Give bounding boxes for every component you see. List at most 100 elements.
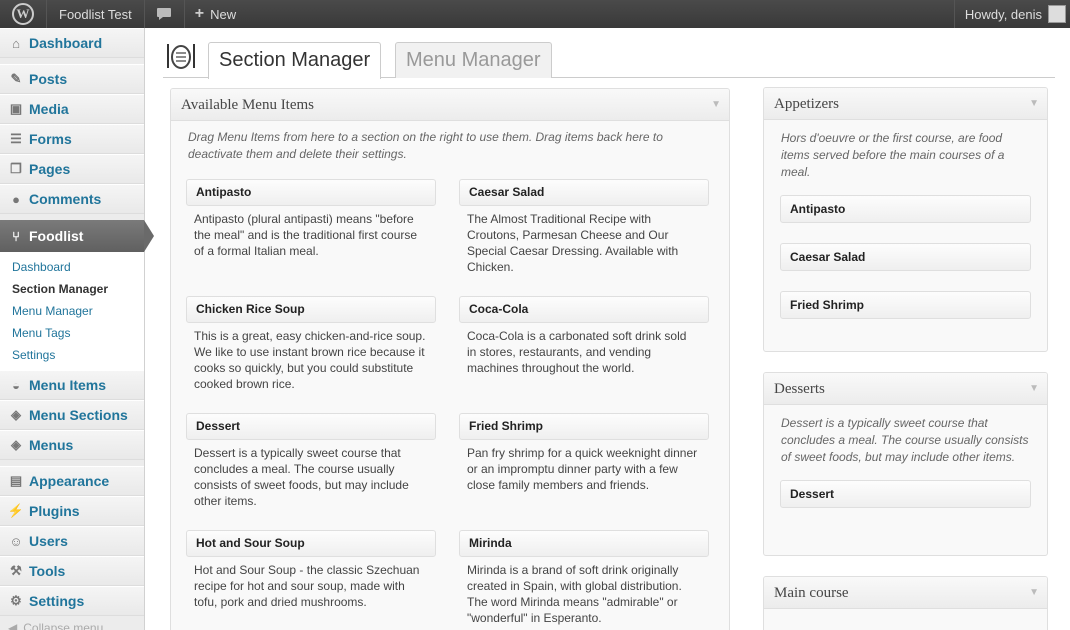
menu-item-card[interactable]: Dessert Dessert is a typically sweet cou…: [186, 413, 436, 509]
menu-item-title[interactable]: Mirinda: [459, 530, 709, 557]
bowl-icon: ◒: [12, 377, 20, 393]
menu-item-title[interactable]: Caesar Salad: [459, 179, 709, 206]
foodlist-submenu: Dashboard Section Manager Menu Manager M…: [0, 252, 144, 370]
sidebar-item-plugins[interactable]: ⚡ Plugins: [0, 496, 144, 526]
available-box-header[interactable]: Available Menu Items ▼: [171, 89, 729, 121]
menu-item-title[interactable]: Coca-Cola: [459, 296, 709, 323]
section-title: Desserts: [774, 381, 825, 397]
available-box-title: Available Menu Items: [181, 97, 315, 113]
section-header[interactable]: Desserts ▼: [764, 373, 1047, 405]
sidebar-item-foodlist[interactable]: ⑂ Foodlist: [0, 220, 154, 252]
menu-item-title[interactable]: Chicken Rice Soup: [186, 296, 436, 323]
sidebar-item-label: Menus: [29, 437, 74, 453]
menu-item-card[interactable]: Caesar Salad The Almost Traditional Reci…: [459, 179, 709, 275]
sidebar-item-appearance[interactable]: ▤ Appearance: [0, 466, 144, 496]
section-header[interactable]: Main course ▼: [764, 577, 1047, 609]
sidebar-item-users[interactable]: ☺ Users: [0, 526, 144, 556]
sidebar-item-label: Media: [29, 101, 69, 117]
comments-link[interactable]: [145, 0, 185, 28]
sidebar-item-menu-items[interactable]: ◒ Menu Items: [0, 370, 144, 400]
sidebar-item-label: Dashboard: [29, 35, 103, 51]
menu-item-title[interactable]: Antipasto: [186, 179, 436, 206]
sidebar-item-label: Settings: [29, 593, 85, 609]
plus-icon: +: [194, 5, 205, 22]
avatar: [1048, 5, 1066, 23]
available-menu-items-box: Available Menu Items ▼ Drag Menu Items f…: [170, 88, 730, 630]
menu-item-card[interactable]: Mirinda Mirinda is a brand of soft drink…: [459, 530, 709, 626]
toggle-arrow-icon[interactable]: ▼: [1029, 373, 1039, 405]
admin-sidebar: ⌂ Dashboard ✎ Posts ▣ Media ☰ Forms ❐ Pages ●…: [0, 28, 154, 630]
new-label: New: [210, 6, 237, 22]
section-hint: Hors d'oeuvre or the first course, are f…: [781, 131, 1005, 179]
toggle-arrow-icon[interactable]: ▼: [1029, 88, 1039, 120]
menu-item-card[interactable]: Chicken Rice Soup This is a great, easy …: [186, 296, 436, 392]
menu-item-title[interactable]: Hot and Sour Soup: [186, 530, 436, 557]
toggle-arrow-icon[interactable]: ▼: [1029, 577, 1039, 609]
tools-icon: ⚒: [10, 563, 22, 578]
sidebar-item-label: Users: [29, 533, 68, 549]
wordpress-logo-icon: W: [12, 3, 34, 25]
menu-item-card[interactable]: Hot and Sour Soup Hot and Sour Soup - th…: [186, 530, 436, 610]
submenu-settings[interactable]: Settings: [0, 344, 144, 366]
sidebar-item-label: Tools: [29, 563, 66, 579]
section-item[interactable]: Fried Shrimp: [780, 291, 1031, 319]
sidebar-item-settings[interactable]: ⚙ Settings: [0, 586, 144, 616]
sections-icon: ◈: [11, 407, 21, 422]
howdy-text: Howdy, denis: [964, 6, 1042, 22]
tab-menu-manager[interactable]: Menu Manager: [395, 42, 552, 78]
section-item[interactable]: Antipasto: [780, 195, 1031, 223]
menu-item-desc: Hot and Sour Soup - the classic Szechuan…: [194, 563, 420, 609]
sidebar-item-posts[interactable]: ✎ Posts: [0, 64, 144, 94]
section-item[interactable]: Dessert: [780, 480, 1031, 508]
sidebar-item-menu-sections[interactable]: ◈ Menu Sections: [0, 400, 144, 430]
appearance-icon: ▤: [9, 473, 23, 488]
tab-section-manager[interactable]: Section Manager: [208, 42, 382, 79]
submenu-section-manager[interactable]: Section Manager: [0, 278, 144, 300]
sidebar-item-dashboard[interactable]: ⌂ Dashboard: [0, 28, 144, 58]
sidebar-item-label: Pages: [29, 161, 71, 177]
tabs-row: Section Manager Menu Manager: [163, 40, 1055, 79]
pages-icon: ❐: [10, 161, 22, 176]
section-hint: Dessert is a typically sweet course that…: [781, 416, 1029, 464]
section-main-course-box: Main course ▼: [763, 576, 1048, 630]
menus-icon: ◈: [11, 437, 21, 452]
menu-item-desc: Pan fry shrimp for a quick weeknight din…: [467, 446, 698, 492]
menu-item-desc: Dessert is a typically sweet course that…: [194, 446, 409, 508]
section-desserts-box: Desserts ▼ Dessert is a typically sweet …: [763, 372, 1048, 556]
sidebar-item-pages[interactable]: ❐ Pages: [0, 154, 144, 184]
menu-item-desc: Mirinda is a brand of soft drink origina…: [467, 563, 682, 625]
menu-item-card[interactable]: Fried Shrimp Pan fry shrimp for a quick …: [459, 413, 709, 493]
submenu-dashboard[interactable]: Dashboard: [0, 256, 144, 278]
submenu-menu-tags[interactable]: Menu Tags: [0, 322, 144, 344]
users-icon: ☺: [9, 533, 23, 549]
foodlist-page-icon: [167, 44, 195, 69]
toggle-arrow-icon[interactable]: ▼: [711, 89, 721, 121]
my-account-link[interactable]: Howdy, denis: [953, 0, 1070, 28]
menu-item-desc: Coca-Cola is a carbonated soft drink sol…: [467, 329, 687, 375]
sidebar-item-comments[interactable]: ● Comments: [0, 184, 144, 214]
sidebar-item-tools[interactable]: ⚒ Tools: [0, 556, 144, 586]
fork-knife-icon: ⑂: [12, 228, 20, 244]
menu-item-desc: Antipasto (plural antipasti) means "befo…: [194, 212, 418, 258]
sidebar-item-forms[interactable]: ☰ Forms: [0, 124, 144, 154]
menu-item-card[interactable]: Coca-Cola Coca-Cola is a carbonated soft…: [459, 296, 709, 376]
admin-bar: W Foodlist Test + New Howdy, denis: [0, 0, 1070, 28]
section-title: Main course: [774, 585, 849, 601]
section-item[interactable]: Caesar Salad: [780, 243, 1031, 271]
sidebar-item-label: Forms: [29, 131, 72, 147]
submenu-menu-manager[interactable]: Menu Manager: [0, 300, 144, 322]
media-icon: ▣: [9, 101, 23, 116]
section-header[interactable]: Appetizers ▼: [764, 88, 1047, 120]
available-hint: Drag Menu Items from here to a section o…: [188, 130, 663, 161]
site-name-link[interactable]: Foodlist Test: [47, 0, 145, 28]
pin-icon: ✎: [10, 71, 22, 86]
new-content-link[interactable]: + New: [185, 0, 246, 28]
menu-item-title[interactable]: Fried Shrimp: [459, 413, 709, 440]
menu-item-card[interactable]: Antipasto Antipasto (plural antipasti) m…: [186, 179, 436, 259]
menu-item-title[interactable]: Dessert: [186, 413, 436, 440]
sidebar-item-menus[interactable]: ◈ Menus: [0, 430, 144, 460]
dashboard-icon: ⌂: [12, 35, 20, 51]
sidebar-item-media[interactable]: ▣ Media: [0, 94, 144, 124]
wp-logo-menu[interactable]: W: [0, 0, 47, 28]
collapse-menu-button[interactable]: ◀ Collapse menu: [0, 616, 144, 630]
